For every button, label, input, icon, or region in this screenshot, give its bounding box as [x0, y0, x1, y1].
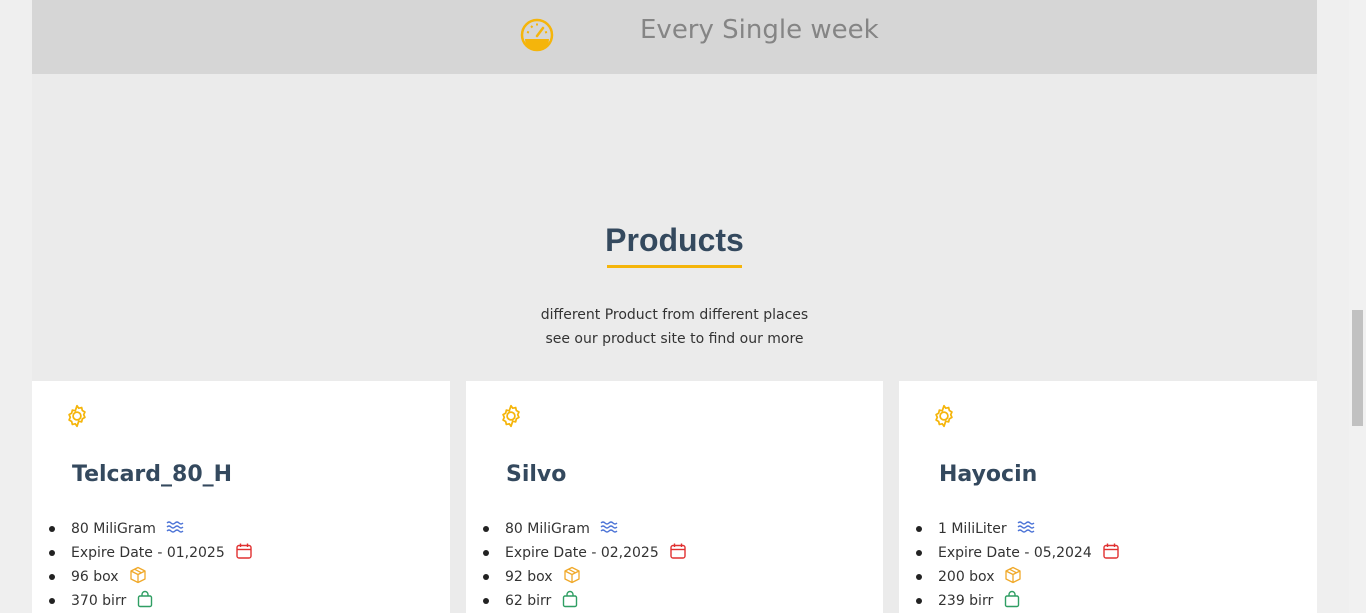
- product-price: 62 birr: [483, 589, 687, 613]
- calendar-icon: [670, 543, 686, 559]
- calendar-icon: [236, 543, 252, 559]
- product-details: 1 MiliLiter Expire Date - 05,2024 200 bo…: [916, 517, 1120, 613]
- shopping-bag-icon: [563, 590, 578, 608]
- page: Every Single week Products different Pro…: [0, 0, 1366, 613]
- shopping-bag-icon: [138, 590, 153, 608]
- product-dosage: 80 MiliGram: [49, 517, 253, 541]
- product-expire: Expire Date - 05,2024: [916, 541, 1120, 565]
- waves-icon: [166, 521, 184, 533]
- gear-icon: [502, 404, 520, 428]
- product-quantity: 200 box: [916, 565, 1120, 589]
- product-expire: Expire Date - 02,2025: [483, 541, 687, 565]
- title-underline: [607, 265, 742, 268]
- box-icon: [129, 566, 146, 584]
- gear-icon: [68, 404, 86, 428]
- waves-icon: [600, 521, 618, 533]
- banner-text: Every Single week: [640, 15, 879, 45]
- product-quantity: 96 box: [49, 565, 253, 589]
- product-name[interactable]: Silvo: [506, 462, 566, 487]
- product-price: 370 birr: [49, 589, 253, 613]
- product-quantity: 92 box: [483, 565, 687, 589]
- product-details: 80 MiliGram Expire Date - 02,2025 92 box…: [483, 517, 687, 613]
- subtitle-line: see our product site to find our more: [545, 331, 804, 347]
- product-price: 239 birr: [916, 589, 1120, 613]
- scrollbar-thumb[interactable]: [1352, 310, 1363, 426]
- vertical-scrollbar[interactable]: [1349, 0, 1366, 613]
- speedometer-icon: [520, 18, 554, 52]
- product-name[interactable]: Telcard_80_H: [72, 462, 232, 487]
- section-subtitle: different Product from different places …: [0, 303, 1349, 351]
- feature-banner: Every Single week: [32, 0, 1317, 74]
- product-card[interactable]: Silvo 80 MiliGram Expire Date - 02,2025 …: [466, 381, 883, 613]
- gear-icon: [935, 404, 953, 428]
- subtitle-line: different Product from different places: [540, 307, 809, 323]
- product-name[interactable]: Hayocin: [939, 462, 1037, 487]
- product-card[interactable]: Hayocin 1 MiliLiter Expire Date - 05,202…: [899, 381, 1317, 613]
- section-title: Products: [605, 222, 744, 258]
- box-icon: [1005, 566, 1022, 584]
- product-dosage: 1 MiliLiter: [916, 517, 1120, 541]
- shopping-bag-icon: [1005, 590, 1020, 608]
- product-card[interactable]: Telcard_80_H 80 MiliGram Expire Date - 0…: [32, 381, 450, 613]
- product-details: 80 MiliGram Expire Date - 01,2025 96 box…: [49, 517, 253, 613]
- calendar-icon: [1103, 543, 1119, 559]
- product-expire: Expire Date - 01,2025: [49, 541, 253, 565]
- box-icon: [563, 566, 580, 584]
- waves-icon: [1017, 521, 1035, 533]
- product-dosage: 80 MiliGram: [483, 517, 687, 541]
